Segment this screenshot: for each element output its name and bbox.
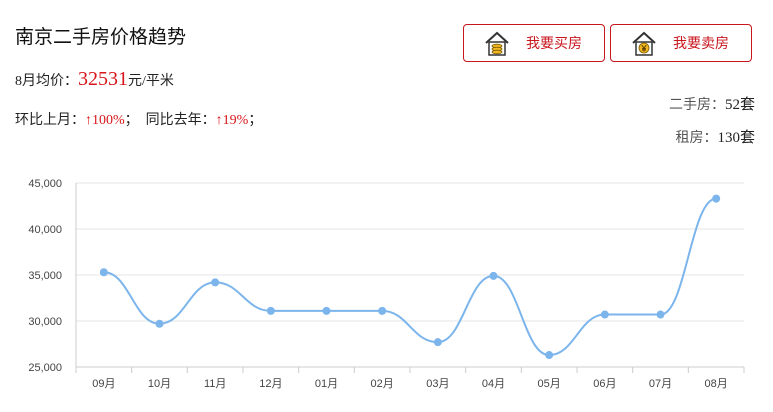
average-price: 8月均价：32531元/平米 [15,68,174,91]
house-yen-icon [631,30,657,56]
buy-house-button[interactable]: 我要买房 [463,24,605,62]
y-tick-label: 40,000 [28,224,62,236]
x-tick-label: 12月 [259,378,282,390]
rental-count[interactable]: 租房：130套 [675,126,755,147]
x-tick-label: 01月 [315,378,338,390]
average-price-label: 8月均价： [15,74,78,89]
sell-house-button[interactable]: 我要卖房 [610,24,752,62]
price-comparison: 环比上月：↑100%； 同比去年：↑19%； [15,109,262,129]
data-point [322,306,331,315]
x-tick-label: 06月 [593,378,616,390]
data-point [600,310,609,319]
arrow-up-icon: ↑ [85,113,92,128]
data-point [489,271,498,280]
data-point [378,306,387,315]
data-point [712,194,721,203]
average-price-unit: 元/平米 [128,74,174,89]
y-tick-label: 35,000 [28,270,62,282]
x-tick-label: 11月 [204,378,226,390]
x-tick-label: 08月 [705,378,728,390]
second-hand-count[interactable]: 二手房：52套 [669,93,755,114]
x-tick-label: 07月 [649,378,672,390]
sell-house-label: 我要卖房 [673,37,729,52]
x-tick-label: 10月 [148,378,171,390]
y-tick-label: 45,000 [28,178,62,190]
mom-value: 100% [92,113,125,128]
house-coins-icon [484,30,510,56]
mom-label: 环比上月： [15,113,85,128]
data-point [545,351,554,360]
x-tick-label: 03月 [426,378,449,390]
data-point [211,278,220,287]
series-line [103,197,717,357]
yoy-value: 19% [222,113,249,128]
arrow-up-icon: ↑ [215,113,223,128]
x-tick-label: 04月 [482,378,505,390]
x-tick-label: 02月 [371,378,394,390]
second-hand-label: 二手房： [668,98,725,113]
data-point [433,338,442,347]
data-point [99,268,108,277]
buy-house-label: 我要买房 [526,37,582,52]
page-title: 南京二手房价格趋势 [15,27,187,48]
yoy-separator: ； [248,113,263,128]
price-trend-chart: 25,000 30,000 35,000 40,000 45,000 09月 10月 11月 1… [28,178,745,390]
average-price-value: 32531 [78,68,128,90]
data-point [656,310,665,319]
y-tick-label: 25,000 [28,362,62,374]
rental-value: 130套 [717,130,755,146]
x-tick-label: 05月 [538,378,561,390]
yoy-label: 同比去年： [145,113,216,128]
data-point [266,306,275,315]
x-tick-label: 09月 [92,378,115,390]
y-tick-label: 30,000 [28,316,62,328]
data-point [155,319,164,328]
mom-separator: ； [124,113,139,128]
rental-label: 租房： [675,131,718,146]
second-hand-value: 52套 [724,97,755,113]
